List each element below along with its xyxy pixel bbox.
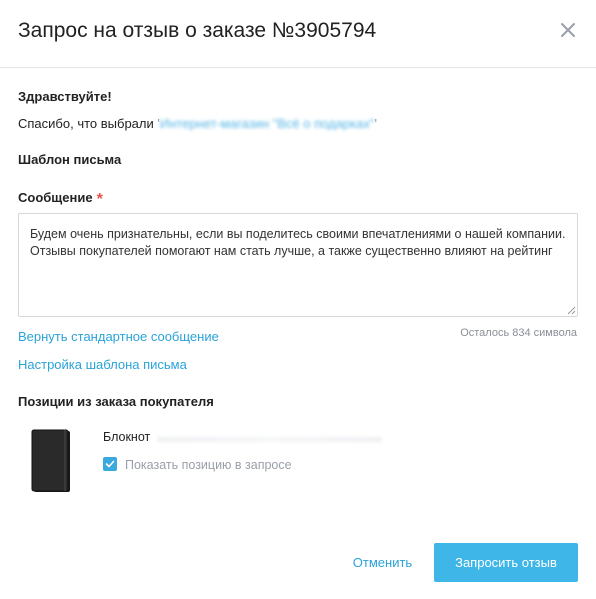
product-details-redacted bbox=[157, 437, 382, 442]
checkmark-icon bbox=[105, 460, 115, 468]
request-review-button[interactable]: Запросить отзыв bbox=[434, 543, 578, 582]
close-icon[interactable] bbox=[556, 18, 580, 42]
thanks-text: Спасибо, что выбрали 'Интернет-магазин "… bbox=[18, 116, 377, 131]
items-section-title: Позиции из заказа покупателя bbox=[18, 394, 214, 409]
resize-grip-icon[interactable] bbox=[566, 305, 576, 315]
character-counter: Осталось 834 символа bbox=[460, 327, 577, 339]
required-mark: * bbox=[96, 191, 103, 208]
company-link[interactable]: Интернет-магазин "Всё о подарках" bbox=[160, 116, 375, 131]
show-item-label[interactable]: Показать позицию в запросе bbox=[125, 458, 292, 472]
message-label-text: Сообщение bbox=[18, 190, 93, 205]
dialog-title: Запрос на отзыв о заказе №3905794 bbox=[18, 19, 377, 42]
product-name: Блокнот bbox=[103, 430, 151, 444]
template-settings-link[interactable]: Настройка шаблона письма bbox=[18, 357, 187, 372]
message-textarea[interactable]: Будем очень признательны, если вы подели… bbox=[18, 213, 578, 317]
show-item-checkbox[interactable] bbox=[103, 457, 117, 471]
message-label: Сообщение * bbox=[18, 189, 103, 208]
cancel-button[interactable]: Отменить bbox=[338, 543, 427, 582]
template-section-title: Шаблон письма bbox=[18, 152, 122, 167]
dialog-header: Запрос на отзыв о заказе №3905794 bbox=[0, 0, 596, 68]
thanks-prefix: Спасибо, что выбрали bbox=[18, 116, 154, 131]
notebook-image bbox=[28, 428, 72, 494]
greeting-heading: Здравствуйте! bbox=[18, 89, 112, 104]
reset-message-link[interactable]: Вернуть стандартное сообщение bbox=[18, 329, 219, 344]
